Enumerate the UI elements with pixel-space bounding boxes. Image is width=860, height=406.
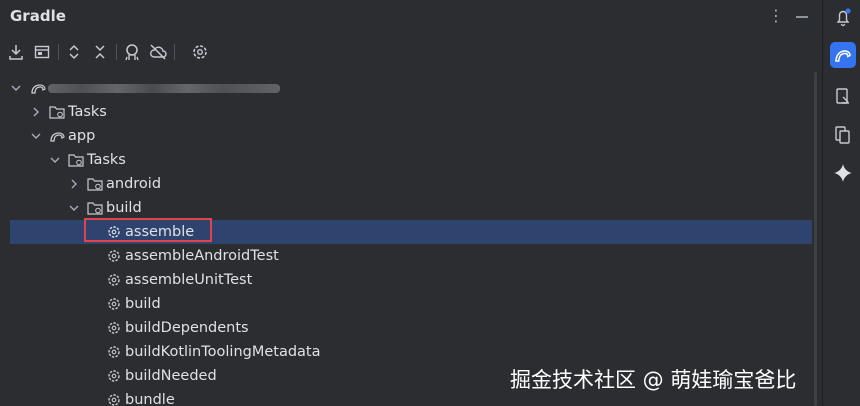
gradle-tool-window: Gradle ⋮ Tasks app Tasks android build a… xyxy=(0,0,822,406)
tree-label: build xyxy=(106,200,142,216)
tree-label: bundle xyxy=(125,392,175,406)
chevron-down-icon[interactable] xyxy=(30,124,42,148)
tasks-folder-icon xyxy=(49,105,65,119)
tool-window-title: Gradle xyxy=(10,7,66,25)
running-devices-icon[interactable] xyxy=(830,122,856,148)
tasks-folder-icon xyxy=(68,153,84,167)
tree-label: build xyxy=(125,296,161,312)
device-manager-icon[interactable] xyxy=(830,84,856,110)
chevron-right-icon[interactable] xyxy=(68,172,80,196)
tree-label: buildNeeded xyxy=(125,368,217,384)
gear-task-icon xyxy=(106,249,122,263)
execute-task-icon[interactable] xyxy=(32,42,52,62)
tree-row-tasks[interactable]: Tasks xyxy=(0,100,822,124)
chevron-down-icon[interactable] xyxy=(68,196,80,220)
collapse-all-icon[interactable] xyxy=(90,42,110,62)
root-project-name-redacted xyxy=(48,84,280,93)
watermark-text: 掘金技术社区 @ 萌娃瑜宝爸比 xyxy=(510,368,797,392)
gradle-elephant-icon[interactable] xyxy=(830,42,856,68)
gear-task-icon xyxy=(106,345,122,359)
tree-row-android-group[interactable]: android xyxy=(0,172,822,196)
download-sources-icon[interactable] xyxy=(6,42,26,62)
gear-task-icon xyxy=(106,273,122,287)
tree-row-app-module[interactable]: app xyxy=(0,124,822,148)
gear-task-icon xyxy=(106,393,122,406)
chevron-right-icon[interactable] xyxy=(30,100,42,124)
tree-label: assembleAndroidTest xyxy=(125,248,279,264)
tree-row-task[interactable]: buildKotlinToolingMetadata xyxy=(0,340,822,364)
gradle-toolbar xyxy=(0,38,822,66)
ai-sparkle-icon[interactable] xyxy=(830,160,856,186)
notifications-bell-icon[interactable] xyxy=(830,4,856,30)
tree-label: buildDependents xyxy=(125,320,249,336)
tool-window-header: Gradle ⋮ xyxy=(0,0,822,34)
tree-row-app-tasks[interactable]: Tasks xyxy=(0,148,822,172)
tree-label: assembleUnitTest xyxy=(125,272,253,288)
tree-row-task[interactable]: build xyxy=(0,292,822,316)
more-options-icon[interactable]: ⋮ xyxy=(766,6,786,26)
annotation-highlight-box xyxy=(84,218,212,242)
minimize-icon[interactable] xyxy=(792,6,812,26)
tree-scrollbar[interactable] xyxy=(813,72,819,406)
expand-all-icon[interactable] xyxy=(64,42,84,62)
offline-mode-icon[interactable] xyxy=(148,42,168,62)
tree-label: Tasks xyxy=(68,104,107,120)
tree-row-task[interactable]: assembleAndroidTest xyxy=(0,244,822,268)
tree-row-task[interactable]: buildDependents xyxy=(0,316,822,340)
chevron-down-icon[interactable] xyxy=(10,76,22,100)
tree-row-root-project[interactable] xyxy=(0,76,822,100)
gradle-elephant-icon xyxy=(30,81,46,95)
right-tool-rail xyxy=(822,0,860,406)
gear-task-icon xyxy=(106,369,122,383)
tree-label: android xyxy=(106,176,162,192)
chevron-down-icon[interactable] xyxy=(49,148,61,172)
tree-label: buildKotlinToolingMetadata xyxy=(125,344,321,360)
folder-icon xyxy=(87,177,103,191)
folder-icon xyxy=(87,201,103,215)
gradle-elephant-icon xyxy=(49,129,65,143)
tree-label: app xyxy=(68,128,96,144)
tree-row-task[interactable]: assembleUnitTest xyxy=(0,268,822,292)
gear-task-icon xyxy=(106,297,122,311)
tree-row-build-group[interactable]: build xyxy=(0,196,822,220)
analyze-dependencies-icon[interactable] xyxy=(122,42,142,62)
settings-gear-icon[interactable] xyxy=(190,42,210,62)
tree-label: Tasks xyxy=(87,152,126,168)
gear-task-icon xyxy=(106,321,122,335)
